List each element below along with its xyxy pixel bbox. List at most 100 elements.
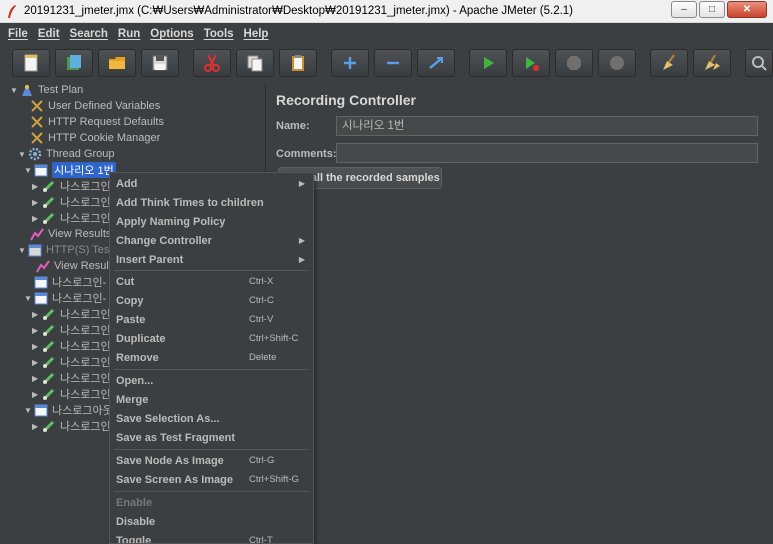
menu-item-toggle[interactable]: Toggle Ctrl-T <box>110 531 313 544</box>
expanded-arrow-icon[interactable]: ▼ <box>24 406 34 415</box>
menu-item-save-node-as-image[interactable]: Save Node As Image Ctrl-G <box>110 451 313 470</box>
menu-item-add-think-times[interactable]: Add Think Times to children <box>110 193 313 212</box>
copy-icon <box>247 55 263 72</box>
close-button[interactable]: ✕ <box>727 1 767 18</box>
menu-item-open[interactable]: Open... <box>110 371 313 390</box>
collapsed-arrow-icon[interactable]: ▶ <box>32 198 42 207</box>
start-icon <box>484 57 494 69</box>
tree-node-label: HTTP(S) Test <box>46 244 113 256</box>
new-button[interactable] <box>12 49 50 77</box>
comments-field[interactable] <box>336 143 758 163</box>
menu-options[interactable]: Options <box>150 28 193 40</box>
save-button[interactable] <box>141 49 179 77</box>
menu-item-save-as-test-fragment[interactable]: Save as Test Fragment <box>110 428 313 447</box>
menu-search[interactable]: Search <box>70 28 108 40</box>
minimize-button[interactable]: – <box>671 1 697 18</box>
menu-item-apply-naming-policy[interactable]: Apply Naming Policy <box>110 212 313 231</box>
expanded-arrow-icon[interactable]: ▼ <box>18 150 28 159</box>
maximize-button[interactable]: □ <box>699 1 725 18</box>
paste-icon <box>292 55 304 71</box>
start-button[interactable] <box>469 49 507 77</box>
collapsed-arrow-icon[interactable]: ▶ <box>32 422 42 431</box>
tree-node[interactable]: User Defined Variables <box>30 98 160 114</box>
tree-node[interactable]: ▶ 나스로그인 <box>32 194 111 210</box>
tree-node-selected[interactable]: ▼ 시나리오 1번 <box>24 162 116 178</box>
shutdown-button[interactable] <box>598 49 636 77</box>
menu-item-remove[interactable]: Remove Delete <box>110 348 313 367</box>
tree-node[interactable]: ▼ 나스로그아웃 <box>24 402 113 418</box>
expanded-arrow-icon[interactable]: ▼ <box>18 246 28 255</box>
toggle-icon <box>429 57 443 69</box>
tree-node[interactable]: View Results <box>30 226 111 242</box>
sampler-icon <box>42 420 55 433</box>
menu-item-disable[interactable]: Disable <box>110 512 313 531</box>
tree-node[interactable]: ▼ Thread Group <box>18 146 114 162</box>
menu-run[interactable]: Run <box>118 28 140 40</box>
tree-node[interactable]: ▶ 나스로그인 <box>32 370 111 386</box>
tree-node[interactable]: View Result <box>36 258 112 274</box>
collapsed-arrow-icon[interactable]: ▶ <box>32 374 42 383</box>
start-no-pauses-icon <box>526 57 539 71</box>
tree-node[interactable]: ▼ Test Plan <box>10 82 83 98</box>
tree-node[interactable]: ▶ 나스로그인 <box>32 210 111 226</box>
collapsed-arrow-icon[interactable]: ▶ <box>32 326 42 335</box>
copy-button[interactable] <box>236 49 274 77</box>
tree-node[interactable]: ▶ 나스로그인 <box>32 386 111 402</box>
collapsed-arrow-icon[interactable]: ▶ <box>32 342 42 351</box>
menu-item-add[interactable]: Add ▶ <box>110 174 313 193</box>
sampler-icon <box>42 212 55 225</box>
expanded-arrow-icon[interactable]: ▼ <box>24 166 34 175</box>
paste-button[interactable] <box>279 49 317 77</box>
menu-tools[interactable]: Tools <box>204 28 234 40</box>
collapsed-arrow-icon[interactable]: ▶ <box>32 310 42 319</box>
menu-item-paste[interactable]: Paste Ctrl-V <box>110 310 313 329</box>
clear-button[interactable] <box>650 49 688 77</box>
collapsed-arrow-icon[interactable]: ▶ <box>32 390 42 399</box>
toggle-button[interactable] <box>417 49 455 77</box>
search-button[interactable] <box>745 49 773 77</box>
templates-button[interactable] <box>55 49 93 77</box>
clear-all-button[interactable] <box>693 49 731 77</box>
menu-item-save-selection-as[interactable]: Save Selection As... <box>110 409 313 428</box>
menu-item-cut[interactable]: Cut Ctrl-X <box>110 272 313 291</box>
tree-node[interactable]: ▶ 나스로그인 <box>32 418 111 434</box>
tree-node[interactable]: ▼ 나스로그인- <box>24 290 106 306</box>
collapsed-arrow-icon[interactable]: ▶ <box>32 182 42 191</box>
collapsed-arrow-icon[interactable]: ▶ <box>32 358 42 367</box>
start-no-pauses-button[interactable] <box>512 49 550 77</box>
collapsed-arrow-icon[interactable]: ▶ <box>32 214 42 223</box>
expand-all-button[interactable] <box>331 49 369 77</box>
menu-separator <box>114 270 309 271</box>
clear-icon <box>663 54 675 70</box>
menu-item-change-controller[interactable]: Change Controller ▶ <box>110 231 313 250</box>
tree-node[interactable]: ▼ HTTP(S) Test <box>18 242 112 258</box>
expanded-arrow-icon[interactable]: ▼ <box>24 294 34 303</box>
tree-node[interactable]: HTTP Cookie Manager <box>30 130 160 146</box>
tree-node[interactable]: ▶ 나스로그인 <box>32 338 111 354</box>
name-field[interactable]: 시나리오 1번 <box>336 116 758 136</box>
name-label: Name: <box>276 120 310 132</box>
collapse-all-button[interactable] <box>374 49 412 77</box>
open-button[interactable] <box>98 49 136 77</box>
cut-button[interactable] <box>193 49 231 77</box>
tree-node[interactable]: ▶ 나스로그인 <box>32 354 111 370</box>
tree-node-label: 나스로그인 <box>60 309 111 321</box>
tree-node-label: HTTP Request Defaults <box>48 116 164 128</box>
menu-item-copy[interactable]: Copy Ctrl-C <box>110 291 313 310</box>
tree-node[interactable]: ▶ 나스로그인 <box>32 322 111 338</box>
menu-file[interactable]: File <box>8 28 28 40</box>
tree-node[interactable]: 나스로그인- <box>34 274 106 290</box>
expanded-arrow-icon[interactable]: ▼ <box>10 86 20 95</box>
menu-item-duplicate[interactable]: Duplicate Ctrl+Shift-C <box>110 329 313 348</box>
sampler-icon <box>42 388 55 401</box>
tree-node[interactable]: HTTP Request Defaults <box>30 114 164 130</box>
tree-node[interactable]: ▶ 나스로그인 <box>32 178 111 194</box>
menu-item-insert-parent[interactable]: Insert Parent ▶ <box>110 250 313 269</box>
stop-button[interactable] <box>555 49 593 77</box>
menu-edit[interactable]: Edit <box>38 28 60 40</box>
menu-item-merge[interactable]: Merge <box>110 390 313 409</box>
menu-help[interactable]: Help <box>244 28 269 40</box>
menu-item-save-screen-as-image[interactable]: Save Screen As Image Ctrl+Shift-G <box>110 470 313 489</box>
tree-node[interactable]: ▶ 나스로그인 <box>32 306 111 322</box>
context-menu: Add ▶ Add Think Times to children Apply … <box>109 172 314 544</box>
